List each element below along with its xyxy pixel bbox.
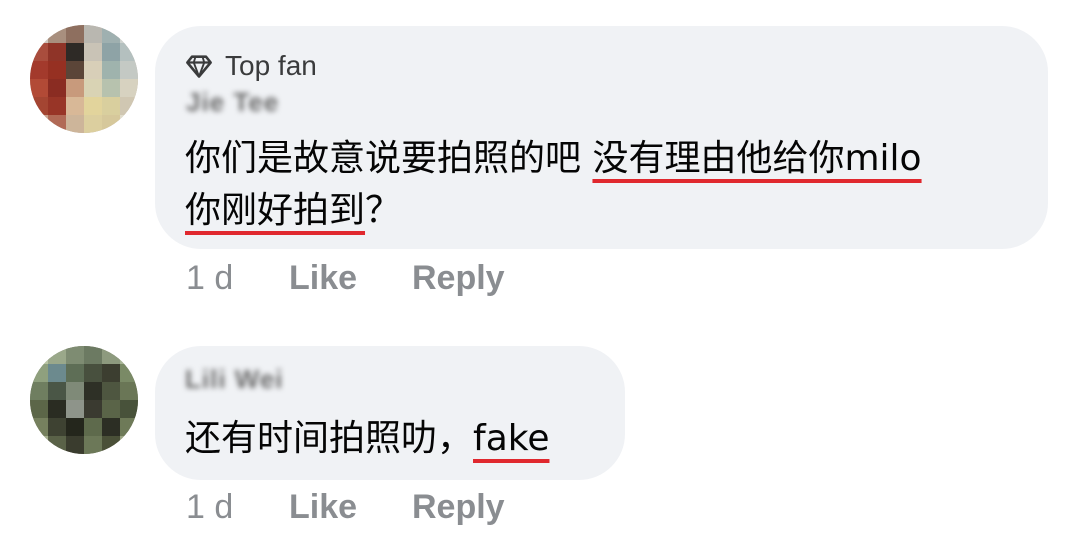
author-name[interactable]: Jie Tee xyxy=(186,87,279,118)
comment-timestamp[interactable]: 1 d xyxy=(186,259,289,298)
comment-actions: 1 d Like Reply xyxy=(186,256,505,300)
avatar[interactable] xyxy=(30,25,138,133)
comment-text-underlined: fake xyxy=(473,418,550,459)
comment-text-line2: 你刚好拍到？ xyxy=(185,186,401,236)
comment-text-plain: 还有时间拍照叻， xyxy=(185,418,474,459)
badge-label: Top fan xyxy=(225,50,317,81)
comment-text-underlined: 没有理由他给你milo xyxy=(592,138,922,179)
comment-text: 还有时间拍照叻，fake xyxy=(185,414,549,464)
top-fan-badge: Top fan xyxy=(185,46,317,86)
like-button[interactable]: Like xyxy=(289,259,412,298)
avatar[interactable] xyxy=(30,346,138,454)
comment-text: 你们是故意说要拍照的吧 没有理由他给你milo xyxy=(185,134,922,184)
reply-button[interactable]: Reply xyxy=(412,259,505,298)
diamond-icon xyxy=(186,55,212,78)
comment-text-plain: 你们是故意说要拍照的吧 xyxy=(185,138,593,179)
comment-text-underlined: 你刚好拍到 xyxy=(185,190,366,231)
like-button[interactable]: Like xyxy=(289,488,412,527)
comment-actions: 1 d Like Reply xyxy=(186,485,505,529)
comment-text-plain: ？ xyxy=(365,190,402,231)
comment-timestamp[interactable]: 1 d xyxy=(186,488,289,527)
author-name[interactable]: Lili Wei xyxy=(185,364,284,395)
reply-button[interactable]: Reply xyxy=(412,488,505,527)
